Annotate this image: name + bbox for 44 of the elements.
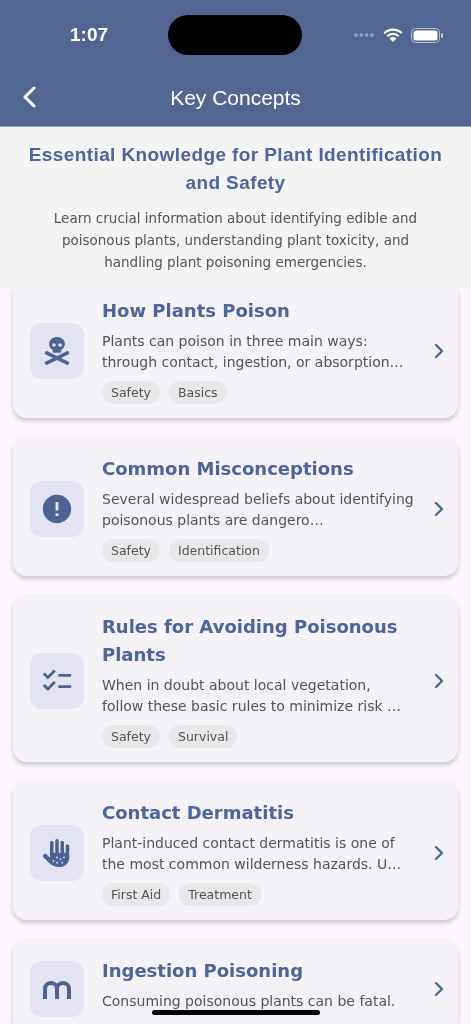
chevron-icon (434, 500, 444, 517)
tag-chip: Safety (102, 725, 160, 748)
concept-card[interactable]: Common Misconceptions Several widespread beliefs about identifying poisonous plants are dangero… Safety Identification (13, 437, 458, 576)
card-description: Plants can poison in three main ways: through contact, ingestion, or absorption… (102, 332, 405, 372)
card-title: Ingestion Poisoning (102, 959, 305, 983)
card-description: Consuming poisonous plants can be fatal. (102, 992, 397, 1011)
hand-icon (43, 838, 71, 867)
chevron-icon (434, 342, 444, 359)
card-description: Plant-induced contact dermatitis is one of the most common wilderness hazards. U… (102, 834, 403, 874)
card-title: How Plants Poison (102, 299, 291, 323)
tag-chip: Treatment (179, 883, 261, 906)
concept-card[interactable]: Ingestion Poisoning Consuming poisonous plants can be fatal. (13, 939, 458, 1024)
wifi-icon (383, 27, 403, 43)
back-icon (22, 86, 36, 108)
chevron-icon (434, 672, 444, 689)
card-description: Several widespread beliefs about identifying poisonous plants are dangero… (102, 490, 415, 530)
tag-chip: First Aid (102, 883, 171, 906)
tag-chip: Survival (169, 725, 238, 748)
card-title: Rules for Avoiding Poisonous Plants (102, 615, 399, 667)
tag-chip: Safety (102, 381, 160, 404)
intro-description: Learn crucial information about identifying edible and poisonous plants, understanding plant toxicity, and handling plant poisoning emergencies. (52, 209, 419, 272)
open-button[interactable] (434, 980, 444, 997)
status-time: 1:07 (70, 24, 110, 46)
skull-crossbones-icon (43, 336, 71, 365)
card-title: Common Misconceptions (102, 457, 355, 481)
tag-chip: Safety (102, 539, 160, 562)
open-button[interactable] (434, 500, 444, 517)
open-button[interactable] (434, 672, 444, 689)
signal-icon (353, 32, 375, 38)
battery-icon (411, 27, 443, 43)
open-button[interactable] (434, 342, 444, 359)
card-title: Contact Dermatitis (102, 801, 295, 825)
concept-card[interactable]: Contact Dermatitis Plant-induced contact dermatitis is one of the most common wilderness hazards. U… First Aid Treatment (13, 781, 458, 920)
card-description: When in doubt about local vegetation, follow these basic rules to minimize risk … (102, 676, 402, 716)
concept-card[interactable]: Rules for Avoiding Poisonous Plants When in doubt about local vegetation, follow these basic rules to minimize risk … Safety Survival (13, 595, 458, 762)
chevron-icon (434, 844, 444, 861)
screen-title: Key Concepts (170, 86, 301, 110)
arch-icon (42, 978, 72, 999)
concept-card[interactable]: How Plants Poison Plants can poison in three main ways: through contact, ingestion, or absorption… Safety Basics (13, 287, 458, 418)
open-button[interactable] (434, 844, 444, 861)
intro-title: Essential Knowledge for Plant Identification and Safety (27, 143, 444, 195)
tag-chip: Basics (169, 381, 227, 404)
tag-chip: Identification (169, 539, 269, 562)
chevron-icon (434, 980, 444, 997)
